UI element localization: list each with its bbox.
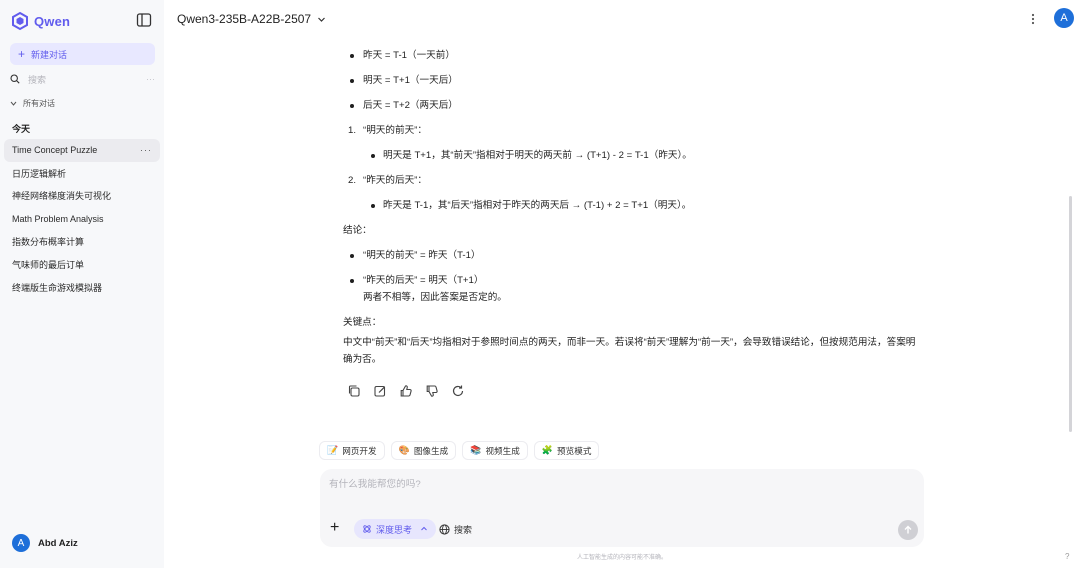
regenerate-icon[interactable] <box>451 384 465 398</box>
conversation-title: 气味师的最后订单 <box>12 259 85 270</box>
palette-icon: 🎨 <box>398 445 410 455</box>
step-detail: 昨天是 T-1，其“后天”指相对于昨天的两天后 → (T-1) + 2 = T+… <box>343 199 923 213</box>
conversation-list: Time Concept Puzzle ··· 日历逻辑解析 神经网络梯度消失可… <box>4 139 160 299</box>
conversation-title: 神经网络梯度消失可视化 <box>12 191 112 202</box>
avatar: A <box>12 534 30 552</box>
chip-video-gen[interactable]: 📚 视频生成 <box>462 441 528 460</box>
search-more-icon[interactable]: ··· <box>146 74 155 84</box>
chevron-up-icon <box>421 526 427 531</box>
conclusion-list: “明天的前天” = 昨天（T-1） “昨天的后天” = 明天（T+1） <box>343 249 923 288</box>
model-selector[interactable]: Qwen3-235B-A22B-2507 <box>177 10 326 28</box>
add-attachment-button[interactable]: + <box>330 520 344 536</box>
message-input[interactable] <box>329 476 909 506</box>
conversation-item[interactable]: 终端版生命游戏模拟器 <box>4 276 160 299</box>
thumbs-down-icon[interactable] <box>425 384 439 398</box>
all-chats-toggle[interactable]: 所有对话 <box>10 96 55 110</box>
step-number: 1. <box>348 125 357 136</box>
step-detail: 明天是 T+1，其“前天”指相对于明天的两天前 → (T+1) - 2 = T-… <box>343 149 923 163</box>
list-item: 后天 = T+2（两天后） <box>343 99 923 113</box>
copy-icon[interactable] <box>347 384 361 398</box>
sidebar-search[interactable]: 搜索 ··· <box>10 71 155 87</box>
step-title: “明天的前天”： <box>363 125 427 136</box>
deep-think-label: 深度思考 <box>376 524 413 535</box>
conversation-title: Time Concept Puzzle <box>12 145 98 156</box>
conversation-item[interactable]: 日历逻辑解析 <box>4 162 160 185</box>
conclusion-label: 结论： <box>343 225 372 236</box>
list-item: 明天 = T+1（一天后） <box>343 74 923 88</box>
message-composer: + 深度思考 搜索 <box>320 469 924 547</box>
pencil-icon: 📝 <box>327 445 339 455</box>
header-avatar[interactable]: A <box>1054 8 1074 28</box>
help-icon[interactable]: ? <box>1065 552 1069 561</box>
brand[interactable]: Qwen <box>10 11 70 31</box>
all-chats-label: 所有对话 <box>23 98 55 108</box>
chip-image-gen[interactable]: 🎨 图像生成 <box>390 441 457 460</box>
assistant-message: 昨天 = T-1（一天前） 明天 = T+1（一天后） 后天 = T+2（两天后… <box>343 48 923 368</box>
conclusion-tail: 两者不相等，因此答案是否定的。 <box>363 292 507 303</box>
books-icon: 📚 <box>470 445 482 455</box>
keypoint-label: 关键点： <box>343 317 382 328</box>
brand-name: Qwen <box>34 13 71 29</box>
group-label-today: 今天 <box>12 124 31 134</box>
user-name: Abd Aziz <box>38 537 78 549</box>
chip-preview-mode[interactable]: 🧩 预览模式 <box>533 441 600 460</box>
plus-icon: + <box>18 47 26 61</box>
conversation-title: 指数分布概率计算 <box>12 237 85 248</box>
search-icon <box>10 74 20 84</box>
new-chat-button[interactable]: + 新建对话 <box>10 43 155 65</box>
step-title: “昨天的后天”： <box>363 175 427 186</box>
globe-icon <box>439 523 450 535</box>
chat-main: Qwen3-235B-A22B-2507 A 昨天 = T-1（一天前） 明天 … <box>164 0 1080 568</box>
arrow-up-icon <box>904 525 912 534</box>
conversation-item[interactable]: 指数分布概率计算 <box>4 230 160 253</box>
app-window: Qwen + 新建对话 搜索 ··· 所有对话 今天 Time Concept … <box>0 0 1080 568</box>
chip-label: 图像生成 <box>413 445 449 456</box>
conversation-item[interactable]: Time Concept Puzzle ··· <box>4 139 160 162</box>
edit-icon[interactable] <box>373 384 387 398</box>
definition-list: 昨天 = T-1（一天前） 明天 = T+1（一天后） 后天 = T+2（两天后… <box>343 49 923 113</box>
chip-label: 预览模式 <box>557 445 592 456</box>
chip-label: 网页开发 <box>342 445 377 456</box>
step-number: 2. <box>348 175 357 186</box>
sidebar-toggle-icon[interactable] <box>136 12 152 28</box>
more-vertical-icon[interactable] <box>1026 12 1040 26</box>
chevron-down-icon <box>10 101 17 106</box>
list-item: 昨天 = T-1（一天前） <box>343 49 923 63</box>
user-profile[interactable]: A Abd Aziz <box>12 534 78 552</box>
new-chat-label: 新建对话 <box>31 49 68 60</box>
conversation-title: Math Problem Analysis <box>12 213 104 224</box>
search-placeholder: 搜索 <box>28 74 47 85</box>
quick-chips: 📝 网页开发 🎨 图像生成 📚 视频生成 🧩 预览模式 <box>319 441 600 460</box>
conversation-title: 日历逻辑解析 <box>12 168 67 179</box>
atom-icon <box>363 525 371 533</box>
qwen-logo-icon <box>12 11 28 31</box>
sidebar: Qwen + 新建对话 搜索 ··· 所有对话 今天 Time Concept … <box>0 0 164 568</box>
chip-label: 视频生成 <box>485 445 520 456</box>
conversation-item[interactable]: Math Problem Analysis <box>4 207 160 230</box>
disclaimer: 人工智能生成的内容可能不准确。 <box>576 555 667 561</box>
list-item: “昨天的后天” = 明天（T+1） <box>343 274 923 288</box>
model-name: Qwen3-235B-A22B-2507 <box>177 12 312 26</box>
conversation-title: 终端版生命游戏模拟器 <box>12 282 103 293</box>
web-search-toggle[interactable]: 搜索 <box>439 522 472 536</box>
conversation-item[interactable]: 神经网络梯度消失可视化 <box>4 185 160 208</box>
deep-think-toggle[interactable]: 深度思考 <box>354 519 437 539</box>
search-toggle-label: 搜索 <box>454 524 473 535</box>
message-actions <box>347 384 465 398</box>
scrollbar[interactable] <box>1069 196 1072 432</box>
more-options-icon[interactable]: ··· <box>140 145 152 155</box>
list-item: “明天的前天” = 昨天（T-1） <box>343 249 923 263</box>
step-item: 2. “昨天的后天”： <box>343 174 923 188</box>
send-button[interactable] <box>898 520 918 540</box>
chevron-down-icon <box>318 17 326 22</box>
chip-web-dev[interactable]: 📝 网页开发 <box>319 441 385 460</box>
puzzle-icon: 🧩 <box>541 445 554 455</box>
thumbs-up-icon[interactable] <box>399 384 413 398</box>
conversation-item[interactable]: 气味师的最后订单 <box>4 253 160 276</box>
step-item: 1. “明天的前天”： <box>343 124 923 138</box>
keypoint-text: 中文中“前天”和“后天”均指相对于参照时间点的两天，而非一天。若误将“前天”理解… <box>343 337 916 365</box>
